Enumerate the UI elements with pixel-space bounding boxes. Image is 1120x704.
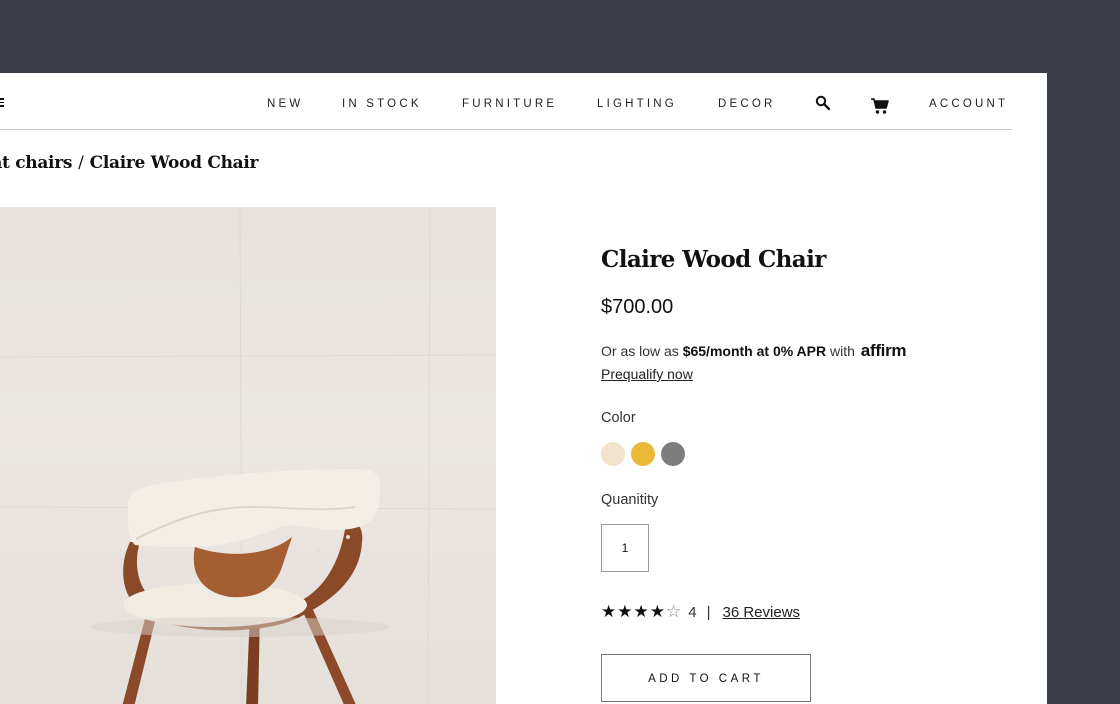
quantity-input[interactable] — [601, 524, 649, 572]
reviews-link[interactable]: 36 Reviews — [723, 604, 801, 621]
star-empty-icon: ☆ — [666, 602, 683, 621]
prequalify-link[interactable]: Prequalify now — [601, 366, 693, 382]
star-filled-icon: ★ — [601, 602, 618, 621]
star-filled-icon: ★ — [633, 602, 650, 621]
product-price: $700.00 — [601, 296, 674, 318]
affirm-logo: affirm — [860, 341, 907, 360]
rating: ★★★★☆ 4 | 36 Reviews — [601, 602, 800, 622]
rating-value: 4 — [688, 604, 697, 621]
quantity-label: Quanitity — [601, 492, 659, 508]
chair-photo — [0, 207, 496, 704]
star-filled-icon: ★ — [617, 602, 634, 621]
product-page: NEW IN STOCK FURNITURE LIGHTING DECOR AC… — [0, 73, 1047, 704]
finance-with: with — [830, 343, 855, 359]
rating-separator: | — [706, 604, 711, 621]
nav-link-new[interactable]: NEW — [267, 98, 303, 110]
finance-offer: $65/month at 0% APR — [682, 343, 827, 359]
rating-stars: ★★★★☆ — [601, 602, 683, 621]
color-swatches — [601, 442, 691, 466]
breadcrumb-current: Claire Wood Chair — [89, 153, 259, 173]
product-image[interactable] — [0, 207, 496, 704]
product-info: Claire Wood Chair $700.00 Or as low as $… — [601, 73, 1021, 704]
nav-link-in-stock[interactable]: IN STOCK — [342, 98, 422, 110]
menu-icon[interactable] — [0, 98, 4, 107]
color-swatch-cream[interactable] — [601, 442, 625, 466]
breadcrumb-separator: / — [78, 153, 84, 173]
product-title: Claire Wood Chair — [601, 246, 826, 273]
nav-link-furniture[interactable]: FURNITURE — [462, 98, 557, 110]
color-swatch-yellow[interactable] — [631, 442, 655, 466]
add-to-cart-button[interactable]: ADD TO CART — [601, 654, 811, 702]
breadcrumb: nt chairs /Claire Wood Chair — [0, 153, 258, 173]
breadcrumb-parent[interactable]: nt chairs — [0, 153, 72, 173]
financing-text: Or as low as $65/month at 0% APR with af… — [601, 341, 907, 361]
color-swatch-gray[interactable] — [661, 442, 685, 466]
color-label: Color — [601, 410, 636, 426]
finance-prefix: Or as low as — [601, 343, 679, 359]
star-filled-icon: ★ — [649, 602, 666, 621]
